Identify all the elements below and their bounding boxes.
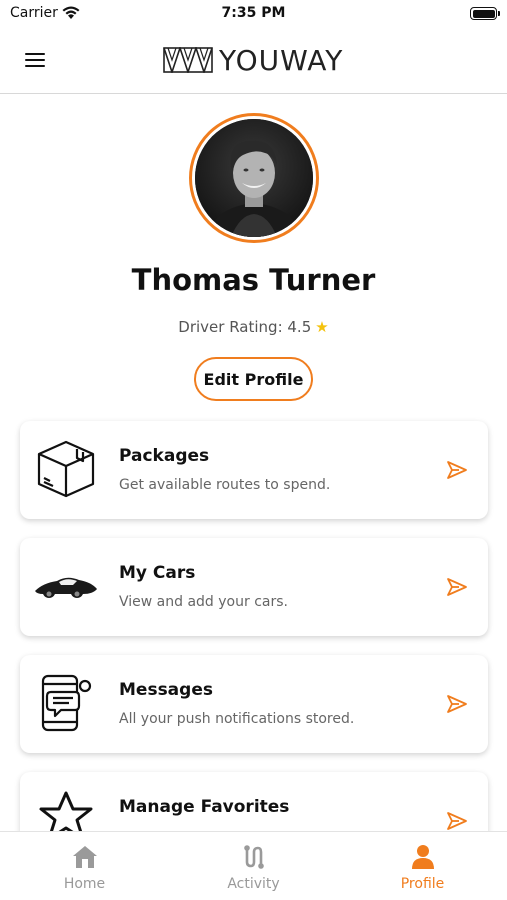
logo-mark-icon (163, 47, 213, 73)
phone-message-icon (32, 669, 100, 737)
logo-text: YOUWAY (219, 43, 344, 77)
bottom-tab-bar: Home Activity Profile (0, 831, 507, 900)
tab-activity[interactable]: Activity (169, 832, 338, 900)
tab-label: Home (63, 876, 106, 892)
route-icon (243, 845, 264, 869)
avatar[interactable] (189, 113, 319, 243)
menu-card-my-cars[interactable]: My Cars View and add your cars. (20, 538, 488, 636)
user-icon (411, 845, 434, 869)
menu-card-subtitle: View and add your cars. (119, 594, 288, 610)
send-arrow-icon (447, 812, 467, 830)
package-box-icon (32, 435, 100, 503)
tab-home[interactable]: Home (0, 832, 169, 900)
send-arrow-icon (447, 461, 467, 479)
menu-card-title: My Cars (119, 563, 196, 583)
driver-rating: Driver Rating: 4.5 ★ (0, 318, 507, 336)
menu-card-title: Messages (119, 680, 213, 700)
menu-card-subtitle: All your push notifications stored. (119, 711, 355, 727)
avatar-photo (195, 119, 313, 237)
tab-label: Profile (400, 876, 445, 892)
menu-card-title: Manage Favorites (119, 797, 290, 817)
status-bar: Carrier 7:35 PM (0, 0, 507, 28)
car-icon (32, 552, 100, 620)
battery-icon (470, 7, 500, 20)
tab-label: Activity (227, 876, 280, 892)
tab-profile[interactable]: Profile (338, 832, 507, 900)
menu-card-subtitle: Get available routes to spend. (119, 477, 331, 493)
edit-profile-button[interactable]: Edit Profile (194, 357, 313, 401)
home-icon (72, 846, 97, 868)
menu-card-title: Packages (119, 446, 210, 466)
profile-name: Thomas Turner (131, 263, 376, 297)
hamburger-menu-icon[interactable] (22, 48, 48, 72)
menu-card-messages[interactable]: Messages All your push notifications sto… (20, 655, 488, 753)
menu-card-packages[interactable]: Packages Get available routes to spend. (20, 421, 488, 519)
send-arrow-icon (447, 695, 467, 713)
app-header: YOUWAY (0, 28, 507, 94)
clock: 7:35 PM (221, 5, 286, 21)
send-arrow-icon (447, 578, 467, 596)
driver-rating-label: Driver Rating: 4.5 (178, 318, 312, 336)
star-icon: ★ (315, 318, 329, 336)
app-logo: YOUWAY (163, 43, 343, 77)
